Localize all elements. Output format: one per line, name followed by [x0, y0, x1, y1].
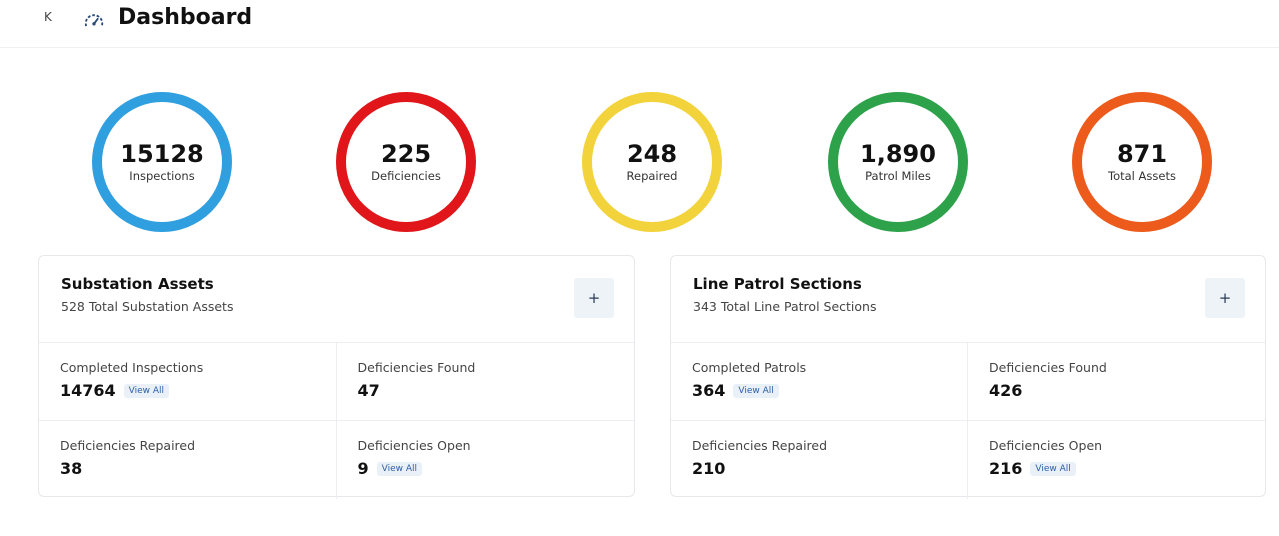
kpi-total-assets: 871 Total Assets	[1072, 92, 1212, 232]
kpi-value: 871	[1116, 139, 1168, 168]
stat-deficiencies-repaired: Deficiencies Repaired 210	[671, 421, 968, 499]
stat-deficiencies-open: Deficiencies Open 9 View All	[337, 421, 635, 499]
view-all-open-deficiencies-link[interactable]: View All	[1030, 461, 1076, 476]
stat-deficiencies-found: Deficiencies Found 426	[968, 343, 1265, 421]
stat-label: Completed Inspections	[60, 360, 204, 375]
card-subtitle: 343 Total Line Patrol Sections	[693, 299, 877, 314]
kpi-value: 248	[626, 139, 678, 168]
stat-label: Deficiencies Repaired	[60, 438, 196, 453]
kpi-label: Inspections	[129, 169, 195, 184]
stat-deficiencies-repaired: Deficiencies Repaired 38	[39, 421, 337, 499]
view-all-inspections-link[interactable]: View All	[123, 383, 170, 398]
kpi-label: Deficiencies	[371, 169, 441, 184]
stat-completed-inspections: Completed Inspections 14764 View All	[39, 343, 337, 421]
stat-value: 47	[357, 381, 380, 400]
card-title: Line Patrol Sections	[693, 275, 862, 293]
stat-value: 14764	[60, 381, 116, 400]
stat-value: 364	[692, 381, 726, 400]
kpi-label: Repaired	[626, 169, 678, 184]
card-title: Substation Assets	[61, 275, 214, 293]
view-all-open-deficiencies-link[interactable]: View All	[376, 461, 423, 476]
stat-deficiencies-found: Deficiencies Found 47	[336, 343, 634, 421]
kpi-deficiencies: 225 Deficiencies	[336, 92, 476, 232]
page-header: Dashboard	[0, 0, 1279, 48]
card-header: Line Patrol Sections 343 Total Line Patr…	[671, 256, 1265, 343]
stat-completed-patrols: Completed Patrols 364 View All	[671, 343, 968, 421]
add-line-patrol-button[interactable]: +	[1205, 278, 1245, 318]
stat-value: 210	[692, 459, 726, 478]
stat-value: 9	[357, 459, 369, 478]
stat-value: 38	[60, 459, 83, 478]
add-substation-button[interactable]: +	[574, 278, 614, 318]
kpi-value: 225	[380, 139, 432, 168]
stat-label: Deficiencies Found	[357, 360, 476, 375]
collapse-sidebar-icon[interactable]	[44, 10, 51, 25]
card-header: Substation Assets 528 Total Substation A…	[39, 256, 634, 343]
stat-value: 216	[989, 459, 1023, 478]
substation-assets-card: Substation Assets 528 Total Substation A…	[38, 255, 635, 499]
stat-label: Completed Patrols	[692, 360, 807, 375]
stat-value: 426	[989, 381, 1023, 400]
stat-label: Deficiencies Repaired	[692, 438, 828, 453]
kpi-label: Patrol Miles	[865, 169, 931, 184]
kpi-label: Total Assets	[1108, 169, 1176, 184]
line-patrol-sections-card: Line Patrol Sections 343 Total Line Patr…	[670, 255, 1266, 499]
dashboard-gauge-icon	[84, 14, 104, 27]
card-subtitle: 528 Total Substation Assets	[61, 299, 234, 314]
stat-label: Deficiencies Found	[989, 360, 1107, 375]
page-title: Dashboard	[118, 5, 253, 30]
kpi-inspections: 15128 Inspections	[92, 92, 232, 232]
stat-label: Deficiencies Open	[357, 438, 471, 453]
kpi-patrol-miles: 1,890 Patrol Miles	[828, 92, 968, 232]
view-all-patrols-link[interactable]: View All	[733, 383, 779, 398]
kpi-value: 1,890	[860, 139, 936, 168]
kpi-repaired: 248 Repaired	[582, 92, 722, 232]
stat-deficiencies-open: Deficiencies Open 216 View All	[968, 421, 1265, 499]
kpi-value: 15128	[120, 139, 204, 168]
stat-label: Deficiencies Open	[989, 438, 1103, 453]
